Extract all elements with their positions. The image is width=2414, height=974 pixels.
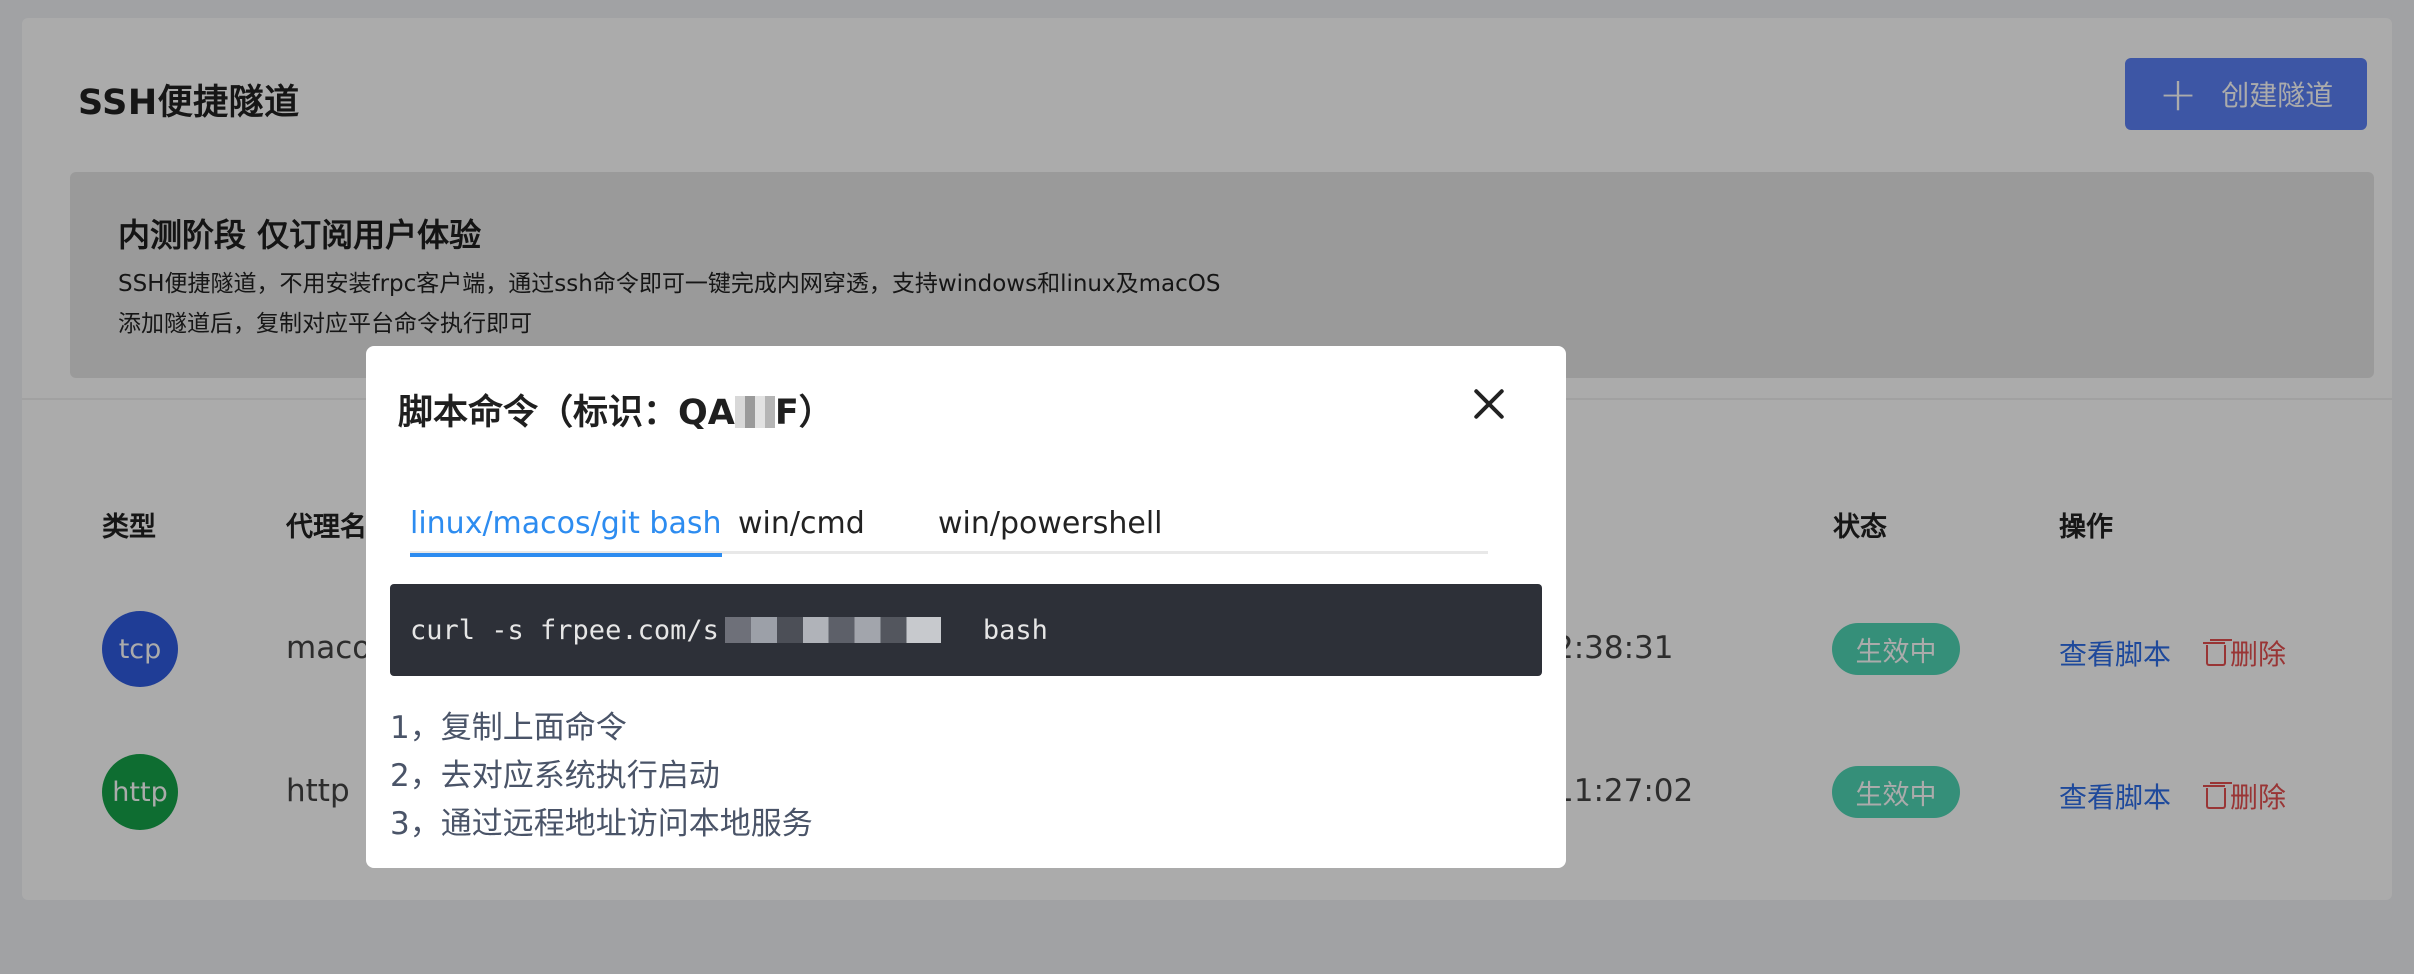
instructions: 1，复制上面命令 2，去对应系统执行启动 3，通过远程地址访问本地服务: [390, 704, 813, 848]
tab-win-cmd[interactable]: win/cmd: [738, 506, 865, 554]
tab-win-powershell[interactable]: win/powershell: [938, 506, 1163, 554]
redacted-id: [734, 396, 775, 428]
script-modal: 脚本命令（标识：QA F） linux/macos/git bash win/cm…: [366, 346, 1566, 868]
step-3: 3，通过远程地址访问本地服务: [390, 806, 813, 842]
close-icon[interactable]: [1469, 384, 1509, 424]
command-prefix: curl -s frpee.com/s: [410, 614, 719, 646]
step-2: 2，去对应系统执行启动: [390, 758, 720, 794]
modal-title-prefix: 脚本命令（标识：QA: [398, 393, 735, 433]
step-1: 1，复制上面命令: [390, 710, 627, 746]
command-box[interactable]: curl -s frpee.com/s bash: [390, 584, 1542, 676]
platform-tabs: linux/macos/git bash win/cmd win/powersh…: [410, 506, 1488, 557]
modal-title: 脚本命令（标识：QA F）: [398, 384, 834, 435]
modal-title-suffix: F）: [774, 393, 834, 433]
page: SSH便捷隧道 + 创建隧道 内测阶段 仅订阅用户体验 SSH便捷隧道，不用安装…: [0, 0, 2414, 974]
redacted-command: [724, 617, 941, 643]
tab-linux[interactable]: linux/macos/git bash: [410, 506, 722, 557]
command-suffix: bash: [982, 614, 1048, 646]
